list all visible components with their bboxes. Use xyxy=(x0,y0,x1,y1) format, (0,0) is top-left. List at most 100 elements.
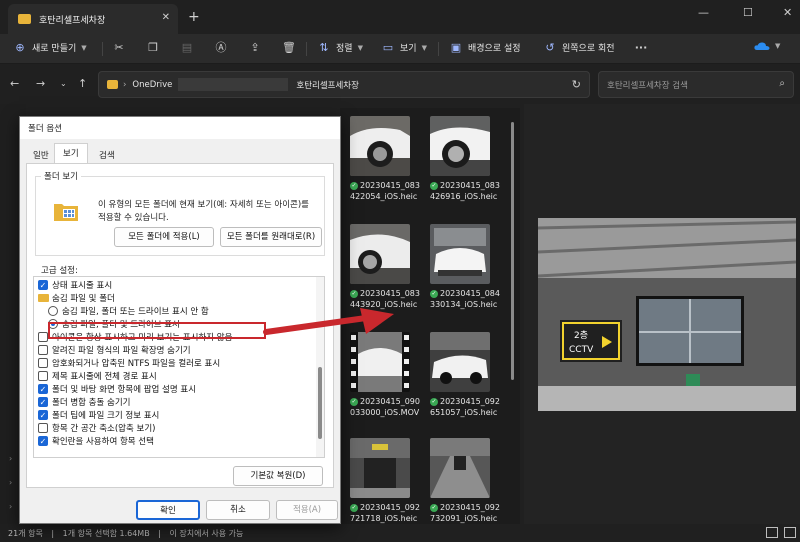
option-ntfs-color[interactable]: 암호화되거나 압축된 NTFS 파일을 컬러로 표시 xyxy=(34,357,314,370)
status-item-count: 21개 항목 xyxy=(8,529,43,538)
sync-check-icon: ✓ xyxy=(430,503,438,512)
new-button[interactable]: ⊕ 새로 만들기 ▼ xyxy=(14,40,86,54)
sort-button[interactable]: ⇅ 정렬 ▼ xyxy=(318,41,363,54)
file-item[interactable]: ✓ 20230415_083443920_iOS.heic xyxy=(350,224,420,310)
set-background-button[interactable]: ▣ 배경으로 설정 xyxy=(450,41,521,54)
back-arrow-icon[interactable]: ← xyxy=(10,77,19,90)
rename-icon[interactable]: Ⓐ xyxy=(214,41,228,55)
onedrive-button[interactable]: ▼ xyxy=(754,41,780,51)
checkbox-unchecked[interactable] xyxy=(38,345,48,355)
checkbox-checked[interactable]: ✓ xyxy=(38,384,48,394)
chevron-down-icon: ▼ xyxy=(421,43,427,52)
radio-unchecked[interactable] xyxy=(48,306,58,316)
more-options-button[interactable]: ··· xyxy=(634,41,648,55)
apply-to-folders-button[interactable]: 모든 폴더에 적용(L) xyxy=(114,227,214,247)
rotate-left-button[interactable]: ↺ 왼쪽으로 회전 xyxy=(544,40,614,54)
file-list-scrollbar[interactable] xyxy=(511,122,514,380)
folder-view-group-label: 폴더 보기 xyxy=(41,170,81,182)
checkbox-unchecked[interactable] xyxy=(38,371,48,381)
option-compact-view[interactable]: 항목 간 공간 축소(압축 보기) xyxy=(34,422,314,435)
folder-view-icon xyxy=(54,204,78,221)
up-arrow-icon[interactable]: ↑ xyxy=(78,77,87,90)
restore-defaults-button[interactable]: 기본값 복원(D) xyxy=(233,466,323,486)
search-input[interactable]: 호탄리셀프세차장 검색 ⌕ xyxy=(598,71,794,98)
highlight-box xyxy=(48,322,266,339)
share-icon[interactable]: ⇪ xyxy=(248,41,262,55)
file-item[interactable]: ✓ 20230415_084330134_iOS.heic xyxy=(430,224,500,310)
reset-folders-button[interactable]: 모든 폴더를 원래대로(R) xyxy=(220,227,322,247)
tiles-view-button[interactable] xyxy=(784,527,796,538)
forward-arrow-icon[interactable]: → xyxy=(36,77,45,90)
file-thumbnail xyxy=(430,332,490,392)
sort-icon: ⇅ xyxy=(319,40,329,54)
file-item[interactable]: ✓ 20230415_083426916_iOS.heic xyxy=(430,116,500,202)
option-item-checkboxes[interactable]: ✓ 확인란을 사용하여 항목 선택 xyxy=(34,435,314,448)
tab-search[interactable]: 검색 xyxy=(90,145,124,163)
sign-cctv-text: CCTV xyxy=(569,345,594,355)
file-name: 20230415_083422054_iOS.heic xyxy=(350,181,420,201)
close-window-button[interactable]: ✕ xyxy=(783,6,792,19)
file-thumbnail xyxy=(430,116,490,176)
tab-general[interactable]: 일반 xyxy=(24,145,58,163)
window-tab[interactable]: 호탄리셀프세차장 ✕ xyxy=(8,4,178,34)
option-status-bar[interactable]: ✓ 상태 표시줄 표시 xyxy=(34,279,314,292)
refresh-icon[interactable]: ↻ xyxy=(572,78,581,91)
checkbox-checked[interactable]: ✓ xyxy=(38,436,48,446)
breadcrumb-onedrive[interactable]: OneDrive xyxy=(132,80,172,90)
divider xyxy=(438,42,439,56)
file-item[interactable]: ✓ 20230415_092651057_iOS.heic xyxy=(430,332,500,418)
folder-icon xyxy=(38,294,49,302)
file-item[interactable]: ✓ 20230415_092732091_iOS.heic xyxy=(430,438,500,524)
file-name: 20230415_092721718_iOS.heic xyxy=(350,503,420,523)
cancel-button[interactable]: 취소 xyxy=(206,500,270,520)
settings-scrollbar-thumb[interactable] xyxy=(318,367,322,439)
expand-chevron-icon[interactable]: › xyxy=(9,502,12,511)
file-name: 20230415_083426916_iOS.heic xyxy=(430,181,500,201)
rotate-left-icon: ↺ xyxy=(545,40,555,54)
new-button-label: 새로 만들기 xyxy=(32,44,77,54)
view-button[interactable]: ▭ 보기 ▼ xyxy=(382,41,427,54)
checkbox-checked[interactable]: ✓ xyxy=(38,280,48,290)
file-item[interactable]: ✓ 20230415_092721718_iOS.heic xyxy=(350,438,420,524)
file-thumbnail xyxy=(350,116,410,176)
details-view-button[interactable] xyxy=(766,527,778,538)
option-full-path[interactable]: 제목 표시줄에 전체 경로 표시 xyxy=(34,370,314,383)
paste-icon[interactable]: ▤ xyxy=(180,41,194,55)
minimize-button[interactable]: — xyxy=(698,6,709,19)
status-divider: | xyxy=(158,529,161,538)
maximize-button[interactable]: ☐ xyxy=(743,6,753,19)
option-file-size-tips[interactable]: ✓ 폴더 팁에 파일 크기 정보 표시 xyxy=(34,409,314,422)
tab-close-icon[interactable]: ✕ xyxy=(162,12,170,23)
ok-button[interactable]: 확인 xyxy=(136,500,200,520)
sync-check-icon: ✓ xyxy=(350,181,358,190)
tab-view[interactable]: 보기 xyxy=(54,143,88,164)
file-thumbnail xyxy=(430,438,490,498)
plus-circle-icon: ⊕ xyxy=(15,40,25,54)
option-popup-description[interactable]: ✓ 폴더 및 바탕 화면 항목에 팝업 설명 표시 xyxy=(34,383,314,396)
title-bar: 호탄리셀프세차장 ✕ + — ☐ ✕ xyxy=(0,0,800,34)
option-hide-merge-conflicts[interactable]: ✓ 폴더 병합 충돌 숨기기 xyxy=(34,396,314,409)
breadcrumb-separator-icon: › xyxy=(123,79,127,90)
option-hidden-files-group: 숨김 파일 및 폴더 xyxy=(34,292,314,305)
apply-button[interactable]: 적용(A) xyxy=(276,500,338,520)
address-row: ← → ⌄ ↑ › OneDrive 호탄리셀프세차장 ↻ 호탄리셀프세차장 검… xyxy=(0,64,800,104)
delete-icon[interactable]: 🗑 xyxy=(282,41,296,55)
folder-icon xyxy=(18,14,31,24)
checkbox-checked[interactable]: ✓ xyxy=(38,397,48,407)
folder-view-description: 이 유형의 모든 폴더에 현재 보기(예: 자세히 또는 아이콘)를 적용할 수… xyxy=(98,200,309,223)
expand-chevron-icon[interactable]: › xyxy=(9,454,12,463)
expand-chevron-icon[interactable]: › xyxy=(9,478,12,487)
copy-icon[interactable]: ❐ xyxy=(146,41,160,55)
cut-icon[interactable]: ✂ xyxy=(112,41,126,55)
breadcrumb-folder[interactable]: 호탄리셀프세차장 xyxy=(296,79,359,91)
checkbox-checked[interactable]: ✓ xyxy=(38,410,48,420)
recent-chevron-icon[interactable]: ⌄ xyxy=(60,79,67,88)
address-bar[interactable]: › OneDrive 호탄리셀프세차장 ↻ xyxy=(98,71,590,98)
file-item[interactable]: ✓ 20230415_083422054_iOS.heic xyxy=(350,116,420,202)
divider xyxy=(306,42,307,56)
advanced-settings-list[interactable]: ✓ 상태 표시줄 표시 숨김 파일 및 폴더 숨김 파일, 폴더 또는 드라이브… xyxy=(33,276,325,458)
checkbox-unchecked[interactable] xyxy=(38,358,48,368)
checkbox-unchecked[interactable] xyxy=(38,332,48,342)
checkbox-unchecked[interactable] xyxy=(38,423,48,433)
new-tab-button[interactable]: + xyxy=(188,9,200,25)
